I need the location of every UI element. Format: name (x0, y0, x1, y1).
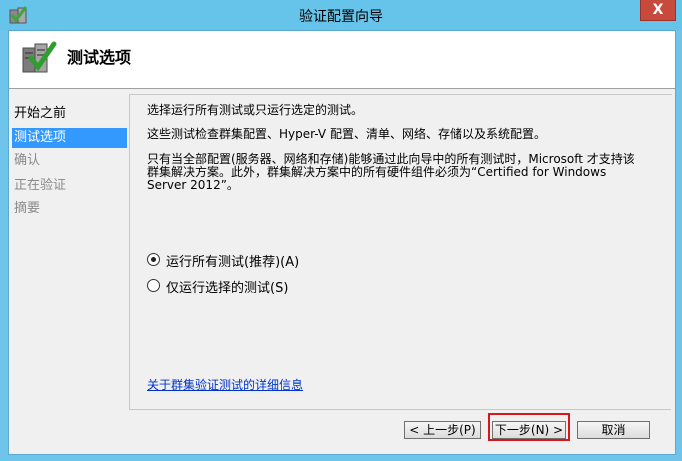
checklist-icon (19, 38, 59, 78)
close-button[interactable]: X (640, 0, 676, 21)
wizard-steps-nav: 开始之前 测试选项 确认 正在验证 摘要 (9, 89, 129, 454)
window-title: 验证配置向导 (299, 9, 383, 25)
cancel-button[interactable]: 取消 (577, 421, 650, 439)
nav-step-confirmation: 确认 (14, 153, 41, 168)
wizard-window: 验证配置向导 X 测试选项 开始之前 测试选项 确认 正在验证 摘要 选择运行所… (0, 0, 682, 461)
description-text-1: 这些测试检查群集配置、Hyper-V 配置、清单、网络、存储以及系统配置。 (147, 127, 546, 141)
intro-text: 选择运行所有测试或只运行选定的测试。 (147, 103, 364, 117)
run-selected-tests-label[interactable]: 仅运行选择的测试(S) (166, 277, 288, 296)
footer-divider (129, 409, 671, 410)
title-bar[interactable]: 验证配置向导 X (0, 0, 682, 30)
nav-step-before-you-begin[interactable]: 开始之前 (12, 104, 127, 124)
nav-step-summary: 摘要 (14, 201, 41, 216)
more-info-link[interactable]: 关于群集验证测试的详细信息 (147, 376, 303, 393)
nav-step-validating: 正在验证 (14, 178, 67, 193)
page-title: 测试选项 (67, 48, 132, 67)
nav-step-testing-options[interactable]: 测试选项 (12, 128, 127, 148)
description-text-2-line-3: Server 2012”。 (147, 178, 239, 192)
radio-button-unchecked[interactable] (147, 279, 160, 292)
radio-button-checked[interactable] (147, 253, 160, 266)
next-button[interactable]: 下一步(N) > (492, 421, 566, 439)
wizard-header: 测试选项 (9, 31, 675, 89)
main-content: 选择运行所有测试或只运行选定的测试。 这些测试检查群集配置、Hyper-V 配置… (129, 94, 672, 410)
wizard-client-area: 测试选项 开始之前 测试选项 确认 正在验证 摘要 选择运行所有测试或只运行选定… (8, 30, 676, 455)
run-all-tests-label[interactable]: 运行所有测试(推荐)(A) (166, 251, 299, 270)
previous-button[interactable]: < 上一步(P) (404, 421, 481, 439)
